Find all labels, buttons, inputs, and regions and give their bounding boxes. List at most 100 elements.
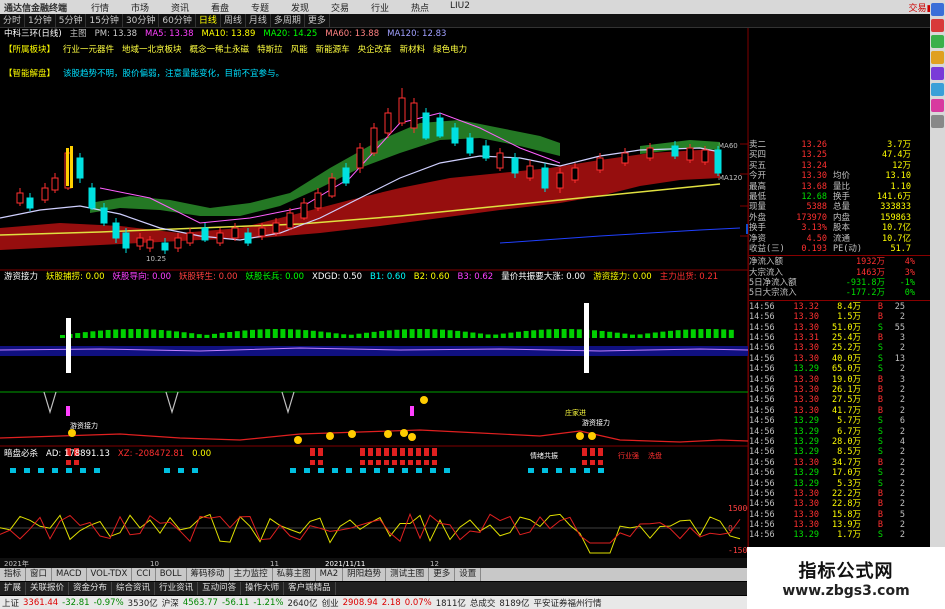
magenta-bar	[410, 406, 414, 416]
tick-cell: B	[877, 405, 883, 416]
indicator-tab[interactable]: CCI	[132, 568, 156, 581]
tick-cell: 5.7万	[837, 416, 861, 427]
period-tab[interactable]: 分时	[0, 13, 26, 28]
period-tab[interactable]: 60分钟	[159, 13, 196, 28]
candle-body	[422, 112, 430, 139]
tool-icon[interactable]	[931, 67, 944, 80]
indicator-tabs[interactable]: 指标 窗口 MACD VOL-TDX CCI BOLL 筹码移动 主力监控 私募主图 MA2 阴阳趋…	[0, 568, 760, 581]
tool-icon[interactable]	[931, 3, 944, 16]
sh-change: -32.81	[62, 597, 90, 608]
indicator-tab[interactable]: 窗口	[26, 568, 53, 581]
sub1-cyan-block	[528, 468, 534, 473]
extension-tab[interactable]: 客户端精品	[284, 582, 336, 595]
tool-icon[interactable]	[931, 99, 944, 112]
extension-tab[interactable]: 互动问答	[198, 582, 242, 595]
quote-label2: 换手	[833, 191, 851, 202]
period-tab[interactable]: 1分钟	[25, 13, 56, 28]
tool-icon[interactable]	[931, 51, 944, 64]
tick-cell: 13.30	[793, 374, 819, 385]
tick-row: 14:56 13.32 8.4万 B 25	[749, 302, 930, 312]
sector-tag: 新材料	[399, 45, 426, 55]
indicator-tab[interactable]: 设置	[455, 568, 482, 581]
extension-tab[interactable]: 资金分布	[69, 582, 113, 595]
period-tab[interactable]: 30分钟	[123, 13, 160, 28]
indicator-tab[interactable]: MACD	[52, 568, 87, 581]
sector-tag: 地域一北京板块	[122, 45, 182, 55]
indicator-tab[interactable]: 筹码移动	[187, 568, 230, 581]
sh-label[interactable]: 上证	[2, 597, 19, 609]
flow-value: -931.8万	[845, 278, 885, 289]
tool-icon[interactable]	[931, 115, 944, 128]
period-tab[interactable]: 更多	[305, 13, 330, 28]
chart-name[interactable]: 主图	[70, 28, 87, 41]
quote-value2: 141.6万	[876, 191, 911, 202]
sub1-title[interactable]: 游资接力	[4, 271, 38, 284]
extension-tabs[interactable]: 扩展 关联报价 资金分布 综合资讯 行业资讯 互动问答 操作大师 客户端精品	[0, 582, 760, 595]
indicator-tab[interactable]: 阴阳趋势	[343, 568, 387, 581]
menu-item[interactable]: 资讯	[160, 1, 200, 14]
indicator-tab[interactable]: BOLL	[156, 568, 187, 581]
sub2-title[interactable]: 暗盘必杀	[4, 448, 38, 461]
tool-icon[interactable]	[931, 35, 944, 48]
period-tab[interactable]: 多周期	[271, 13, 305, 28]
extension-tab[interactable]: 综合资讯	[112, 582, 156, 595]
menu-item[interactable]: 交易	[320, 1, 360, 14]
broker-name[interactable]: 平安证券福州行情	[534, 597, 602, 609]
sector-tag: 央企改革	[357, 45, 392, 55]
period-tab[interactable]: 周线	[221, 13, 246, 28]
indicator-tab[interactable]: MA2	[316, 568, 344, 581]
quote-row: 净资 4.50 流通 10.7亿	[749, 234, 930, 244]
candle-body	[596, 157, 604, 171]
sub1-red-block	[400, 448, 405, 456]
sub1-cyan-block	[192, 468, 198, 473]
period-tab[interactable]: 5分钟	[56, 13, 87, 28]
extension-tab[interactable]: 关联报价	[26, 582, 70, 595]
tick-cell: 2	[899, 488, 905, 499]
main-menu[interactable]: 行情 市场 资讯 看盘 专题 发现 交易 行业 热点 LIU2	[80, 1, 480, 14]
menu-item[interactable]: 专题	[240, 1, 280, 14]
quote-volume: 12万	[892, 160, 911, 171]
quote-row: 最低 12.68 换手 141.6万	[749, 192, 930, 202]
menu-item[interactable]: 看盘	[200, 1, 240, 14]
sub1-cyan-block	[584, 468, 590, 473]
period-tab[interactable]: 日线	[196, 13, 221, 28]
indicator-tab[interactable]: 主力监控	[230, 568, 273, 581]
side-toolbar[interactable]	[930, 0, 945, 580]
indicator-tab[interactable]: 测试主图	[386, 568, 430, 581]
sub2-header: 暗盘必杀 AD: 178891.13 XZ: -208472.81 0.00	[0, 448, 211, 461]
tick-cell: 19.0万	[832, 374, 861, 385]
indicator-tab[interactable]: 指标	[0, 568, 27, 581]
period-tab[interactable]: 15分钟	[86, 13, 123, 28]
quote-row: 换手 3.13% 股本 10.7亿	[749, 223, 930, 233]
menu-item[interactable]: 行业	[360, 1, 400, 14]
period-tab[interactable]: 月线	[246, 13, 271, 28]
extension-tab[interactable]: 行业资讯	[155, 582, 199, 595]
candle-body	[51, 177, 59, 191]
extension-tab[interactable]: 操作大师	[241, 582, 285, 595]
cy-label[interactable]: 创业	[322, 597, 339, 609]
sub1-hist-bar	[113, 329, 119, 338]
menu-item[interactable]: 行情	[80, 1, 120, 14]
sub1-hist-bar	[614, 332, 620, 338]
indicator-tab[interactable]: 私募主图	[273, 568, 316, 581]
kline-chart[interactable]: 14.0013.0012.0011.0010.99MA60MA12010.25 …	[0, 28, 760, 568]
period-bar[interactable]: 分时 1分钟 5分钟 15分钟 30分钟 60分钟 日线 周线 月线 多周期 更多	[0, 13, 945, 28]
menu-item[interactable]: 发现	[280, 1, 320, 14]
sub1-spike	[584, 303, 589, 373]
sub1-cyan-block	[10, 468, 16, 473]
indicator-tab[interactable]: 更多	[429, 568, 456, 581]
indicator-tab[interactable]: VOL-TDX	[87, 568, 133, 581]
sz-label[interactable]: 沪深	[162, 597, 179, 609]
extension-tab[interactable]: 扩展	[0, 582, 27, 595]
candle-body	[26, 197, 34, 209]
tool-icon[interactable]	[931, 83, 944, 96]
tick-cell: 25.4万	[832, 333, 861, 344]
quote-row: 今开 13.30 均价 13.10	[749, 171, 930, 181]
sub1-cyan-block	[178, 468, 184, 473]
sub1-hist-bar	[409, 329, 415, 338]
menu-item[interactable]: 热点	[400, 1, 440, 14]
tool-icon[interactable]	[931, 19, 944, 32]
menu-item[interactable]: LIU2	[440, 1, 480, 14]
menu-item[interactable]: 市场	[120, 1, 160, 14]
sub1-cyan-block	[38, 468, 44, 473]
